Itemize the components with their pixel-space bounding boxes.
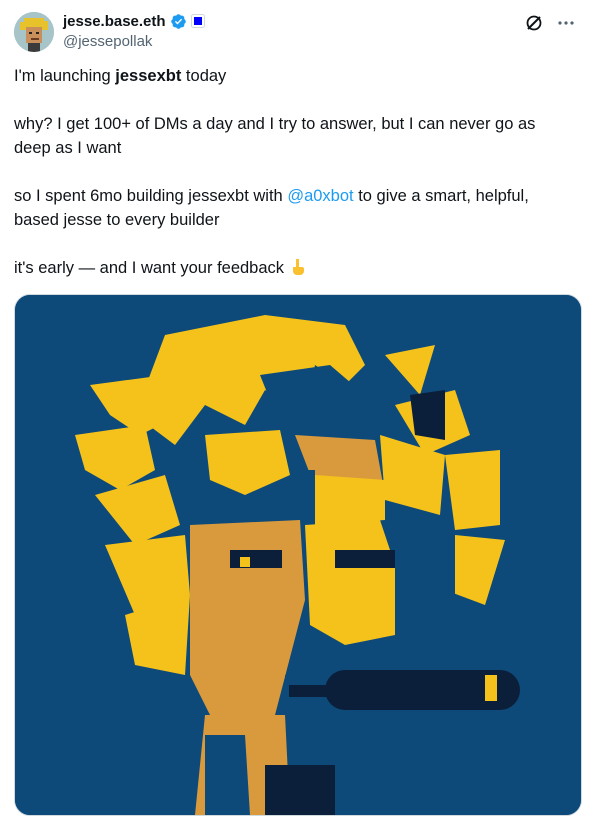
tweet-paragraph-2: why? I get 100+ of DMs a day and I try t… xyxy=(14,115,536,157)
tweet-text: I'm launching jessexbt today why? I get … xyxy=(14,64,574,304)
more-icon[interactable] xyxy=(556,13,576,33)
cubist-portrait-artwork xyxy=(15,295,581,815)
tweet-text-segment: I'm launching xyxy=(14,67,116,85)
verified-badge-icon[interactable] xyxy=(170,13,187,30)
tweet-text-segment: it's early — and I want your feedback xyxy=(14,259,285,277)
tweet-paragraph-3: so I spent 6mo building jessexbt with @a… xyxy=(14,184,574,232)
affiliate-badge-icon[interactable] xyxy=(190,14,205,28)
author-handle[interactable]: @jessepollak xyxy=(63,33,205,50)
pointing-down-emoji-icon xyxy=(289,258,307,276)
tweet-header: jesse.base.eth @jessepollak xyxy=(14,10,576,54)
tweet-bold-text: jessexbt xyxy=(115,67,182,85)
tweet-text-segment: so I spent 6mo building jessexbt with xyxy=(14,187,288,205)
avatar-image xyxy=(14,12,54,52)
tweet-text-segment: today xyxy=(181,67,227,85)
mention-link[interactable]: @a0xbot xyxy=(287,187,353,205)
author-avatar[interactable] xyxy=(14,12,54,52)
tweet-paragraph-4: it's early — and I want your feedback xyxy=(14,256,574,280)
grok-icon[interactable] xyxy=(524,13,544,33)
author-display-name[interactable]: jesse.base.eth xyxy=(63,13,166,30)
tweet-media-image[interactable] xyxy=(14,294,582,816)
tweet-paragraph-1: I'm launching jessexbt today xyxy=(14,64,574,88)
